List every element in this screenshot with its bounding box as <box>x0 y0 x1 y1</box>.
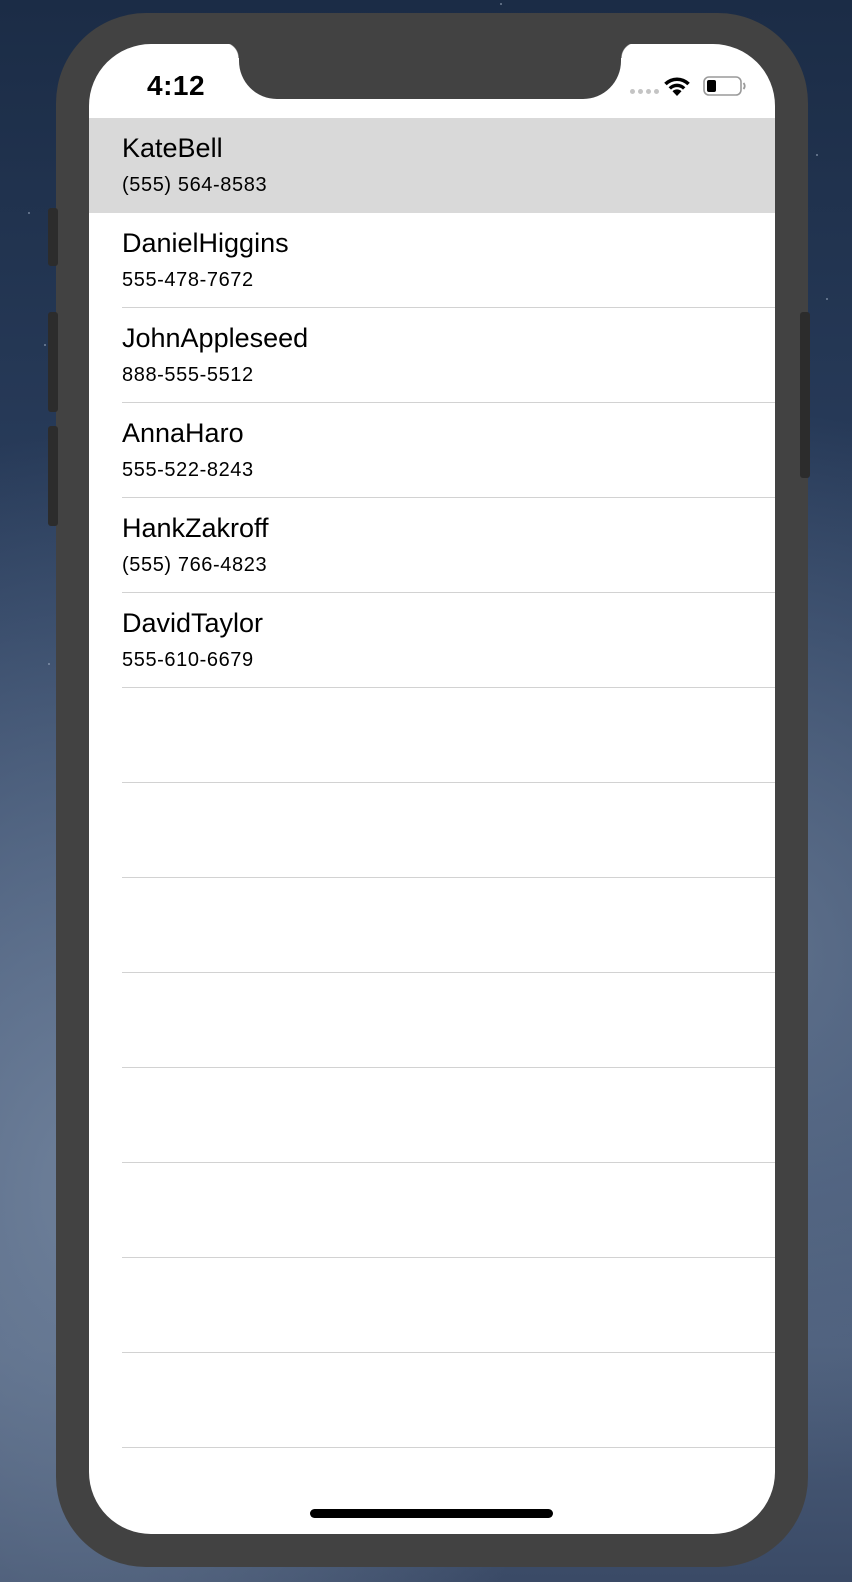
contact-phone: 555-522-8243 <box>122 459 254 481</box>
empty-table-row <box>89 688 775 783</box>
wallpaper-star <box>500 3 502 5</box>
contacts-list: KateBell (555) 564-8583 DanielHiggins 555-4… <box>89 118 775 1448</box>
contact-name: KateBell <box>122 133 223 163</box>
contact-row[interactable]: AnnaHaro 555-522-8243 <box>89 403 775 498</box>
contact-phone: (555) 766-4823 <box>122 554 268 576</box>
contact-row[interactable]: JohnAppleseed 888-555-5512 <box>89 308 775 403</box>
empty-table-row <box>89 783 775 878</box>
home-indicator[interactable] <box>310 1509 553 1518</box>
row-separator <box>122 1447 775 1448</box>
contact-phone: (555) 564-8583 <box>122 174 268 196</box>
wallpaper-star <box>816 154 818 156</box>
mute-switch <box>48 208 58 266</box>
battery-icon <box>703 76 746 96</box>
contact-row[interactable]: KateBell (555) 564-8583 <box>89 118 775 213</box>
contact-row[interactable]: DavidTaylor 555-610-6679 <box>89 593 775 688</box>
volume-down-button <box>48 426 58 526</box>
wifi-icon <box>664 77 690 96</box>
volume-up-button <box>48 312 58 412</box>
device-screen: 4:12 KateBell (555) 564-8583 DanielHiggins… <box>89 44 775 1534</box>
wallpaper-star <box>826 298 828 300</box>
power-button <box>800 312 810 478</box>
empty-table-row <box>89 973 775 1068</box>
wallpaper-star <box>44 344 46 346</box>
cellular-signal-icon <box>630 89 659 94</box>
empty-table-row <box>89 1068 775 1163</box>
contact-name: HankZakroff <box>122 513 269 543</box>
contact-phone: 555-478-7672 <box>122 269 254 291</box>
empty-table-row <box>89 878 775 973</box>
contact-name: DavidTaylor <box>122 608 264 638</box>
empty-table-row <box>89 1163 775 1258</box>
contact-phone: 555-610-6679 <box>122 649 254 671</box>
contact-name: JohnAppleseed <box>122 323 309 353</box>
status-time: 4:12 <box>147 70 206 101</box>
contact-name: DanielHiggins <box>122 228 289 258</box>
wallpaper-star <box>28 212 30 214</box>
wallpaper-star <box>48 663 50 665</box>
contact-row[interactable]: HankZakroff (555) 766-4823 <box>89 498 775 593</box>
contact-name: AnnaHaro <box>122 418 244 448</box>
empty-table-row <box>89 1353 775 1448</box>
notch <box>223 44 637 99</box>
contact-phone: 888-555-5512 <box>122 364 254 386</box>
contact-row[interactable]: DanielHiggins 555-478-7672 <box>89 213 775 308</box>
empty-table-row <box>89 1258 775 1353</box>
